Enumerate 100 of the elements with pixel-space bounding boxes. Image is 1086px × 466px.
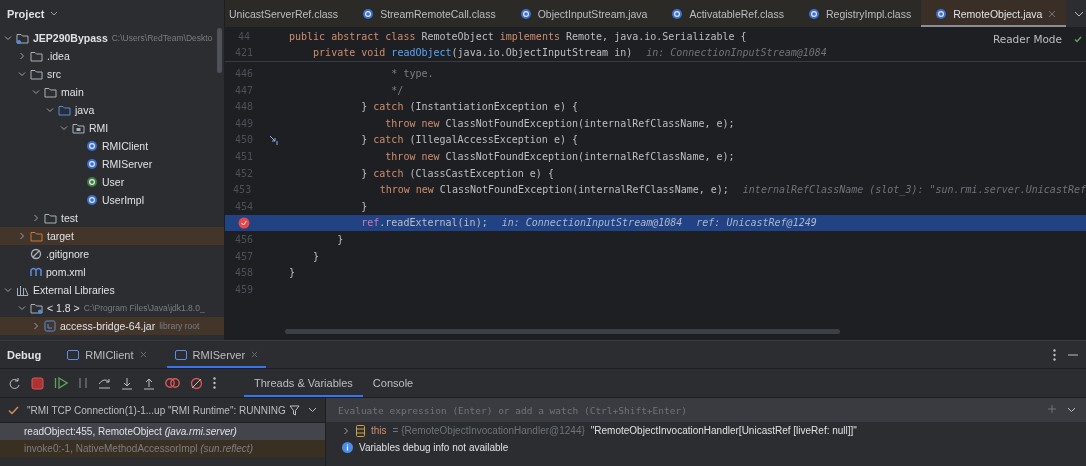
editor-tab[interactable]: RegistryImpl.class: [793, 0, 922, 27]
chevron-icon[interactable]: [18, 52, 26, 60]
tree-label: UserImpl: [102, 194, 144, 206]
editor-tab[interactable]: ActivatableRef.class: [657, 0, 794, 27]
code-line: }: [312, 250, 320, 262]
chevron-icon[interactable]: [46, 106, 54, 114]
tree-item[interactable]: pom.xml: [0, 263, 224, 281]
editor-tab[interactable]: UnicastServerRef.class: [225, 0, 349, 27]
chevron-down-icon[interactable]: [50, 10, 59, 17]
tree-label: RMIServer: [102, 158, 153, 170]
more-icon[interactable]: [213, 377, 216, 389]
tree-item[interactable]: access-bridge-64.jar library root: [0, 317, 224, 335]
code-line: throw new ClassNotFoundException(internalRefClassName, e);: [384, 150, 735, 162]
editor-tab[interactable]: ObjectInputStream.java: [505, 0, 658, 27]
tree-item[interactable]: JEP290Bypass C:\Users\RedTeam\Deskto: [0, 29, 224, 47]
code-line: }: [289, 267, 296, 279]
step-over-icon[interactable]: [98, 377, 111, 389]
class-icon: [935, 7, 948, 20]
chevron-icon[interactable]: [32, 214, 40, 222]
editor-tab[interactable]: StreamRemoteCall.class: [348, 0, 506, 27]
tree-item[interactable]: UserImpl: [0, 191, 224, 209]
tree-item[interactable]: src: [0, 65, 224, 83]
tree-item[interactable]: main: [0, 83, 224, 101]
code-line: } catch (InstantiationException e) {: [360, 101, 578, 113]
resume-icon[interactable]: [54, 377, 68, 389]
chevron-icon[interactable]: [18, 232, 26, 240]
minimize-icon[interactable]: [1068, 353, 1078, 356]
step-into-icon[interactable]: [121, 376, 133, 390]
chevron-icon[interactable]: [60, 124, 68, 132]
tree-label: access-bridge-64.jar: [60, 320, 156, 332]
filter-icon[interactable]: [289, 404, 300, 416]
stop-icon[interactable]: [31, 376, 44, 390]
breakpoint-icon[interactable]: [238, 216, 250, 229]
inline-value-hint: in: ConnectionInputStream@1084: [501, 217, 683, 229]
chevron-icon[interactable]: [32, 322, 40, 330]
rerun-icon[interactable]: [8, 376, 21, 390]
close-icon[interactable]: [251, 351, 259, 358]
class-icon: [671, 7, 684, 20]
chevron-down-icon[interactable]: [308, 407, 317, 413]
tree-label: test: [61, 212, 78, 224]
chevron-icon[interactable]: [18, 304, 26, 312]
step-out-icon[interactable]: [143, 376, 155, 390]
maven-icon: [30, 267, 42, 277]
class-icon: [519, 7, 532, 20]
folder-icon: [30, 230, 43, 242]
variable-ref: = {RemoteObjectInvocationHandler@1244}: [392, 425, 585, 436]
breakpoints-icon[interactable]: [165, 377, 180, 389]
chevron-down-icon[interactable]: [1074, 10, 1085, 17]
class-icon: [86, 140, 98, 152]
tree-item[interactable]: RMIServer: [0, 155, 224, 173]
tree-item[interactable]: java: [0, 101, 224, 119]
chevron-icon[interactable]: [18, 70, 26, 78]
tree-item[interactable]: External Libraries: [0, 281, 224, 299]
add-watch-icon[interactable]: [1047, 404, 1059, 416]
class-icon: [86, 158, 98, 170]
code-line: } catch (ClassCastException e) {: [360, 167, 554, 179]
editor-tab[interactable]: RemoteObject.java: [921, 0, 1067, 27]
tree-label: RMIClient: [102, 140, 149, 152]
folder-icon: [30, 50, 43, 62]
chevron-icon[interactable]: [32, 88, 40, 96]
session-tab[interactable]: RMIServer: [166, 341, 267, 368]
tree-item[interactable]: target: [0, 227, 224, 245]
info-icon: [342, 442, 353, 453]
chevron-icon[interactable]: [4, 34, 12, 42]
code-line: ref.readExternal(in);: [360, 217, 488, 229]
chevron-icon[interactable]: [342, 426, 350, 435]
chevron-down-icon[interactable]: [1067, 407, 1076, 413]
window-icon: [174, 349, 187, 360]
folder-icon: [16, 32, 29, 44]
folder-icon: [30, 302, 43, 314]
tree-label: < 1.8 >: [47, 302, 80, 314]
library-icon: [16, 284, 29, 296]
tree-item[interactable]: User: [0, 173, 224, 191]
reader-mode-link[interactable]: Reader Mode: [992, 33, 1062, 45]
tree-item[interactable]: .idea: [0, 47, 224, 65]
tree-label: pom.xml: [46, 266, 86, 278]
interface-icon: [86, 176, 98, 188]
session-tab[interactable]: RMIClient: [59, 341, 155, 368]
tree-item[interactable]: < 1.8 > C:\Program Files\Java\jdk1.8.0_: [0, 299, 224, 317]
tree-item[interactable]: .gitignore: [0, 245, 224, 263]
close-icon[interactable]: [1048, 9, 1057, 18]
tree-item[interactable]: RMI: [0, 119, 224, 137]
blocked-icon: [30, 248, 42, 260]
pause-icon[interactable]: [78, 377, 88, 389]
tree-label: .gitignore: [46, 248, 90, 260]
view-tab[interactable]: Threads & Variables: [244, 369, 363, 397]
mute-breakpoints-icon[interactable]: [190, 376, 203, 390]
stack-frame[interactable]: readObject:455, RemoteObject (java.rmi.server): [0, 423, 325, 440]
folder-icon: [30, 68, 43, 80]
code-line: throw new ClassNotFoundException(internalRefClassName, e);: [384, 117, 735, 129]
folder-icon: [44, 86, 57, 98]
view-tab[interactable]: Console: [362, 369, 424, 397]
class-icon: [86, 194, 98, 206]
tree-item[interactable]: RMIClient: [0, 137, 224, 155]
chevron-icon[interactable]: [4, 286, 12, 294]
close-icon[interactable]: [139, 351, 147, 358]
panel-title: Debug: [7, 348, 42, 361]
more-icon[interactable]: [1053, 348, 1056, 361]
folder-icon: [44, 212, 57, 224]
tree-item[interactable]: test: [0, 209, 224, 227]
